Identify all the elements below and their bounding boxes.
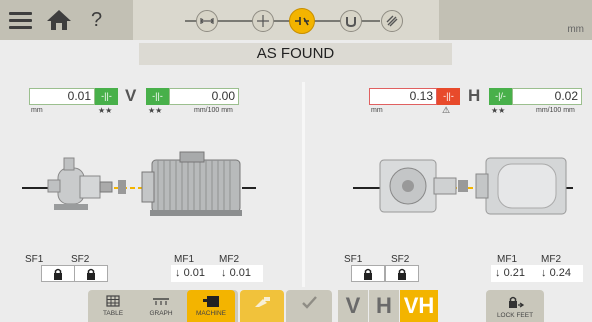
h-offset-value[interactable]: 0.13	[369, 88, 437, 105]
h-mf1-value: 0.21	[503, 267, 525, 279]
top-bar: ? mm	[0, 0, 592, 40]
h-mf1-label: MF1	[497, 254, 517, 265]
h-sf1-label: SF1	[344, 254, 363, 265]
v-view-button[interactable]: V	[338, 290, 368, 322]
v-sf1-lock-icon[interactable]	[41, 265, 75, 282]
lock-feet-button[interactable]: LOCK FEET	[486, 290, 544, 322]
h-view-button[interactable]: H	[369, 290, 399, 322]
arrow-down-icon: ↓	[175, 267, 184, 279]
h-sf1-lock-icon[interactable]	[351, 265, 385, 282]
table-view-button[interactable]: TABLE	[90, 290, 136, 322]
arrow-down-icon: ↓	[541, 267, 550, 279]
v-pump-motor-drawing	[47, 151, 242, 216]
h-mf1-box[interactable]: ↓ 0.21	[491, 265, 537, 282]
v-mf1-label: MF1	[174, 254, 194, 265]
step-shim-icon[interactable]	[340, 10, 362, 32]
check-icon	[302, 296, 317, 309]
move-button[interactable]	[240, 290, 284, 322]
table-icon	[106, 295, 120, 307]
graph-view-button[interactable]: GRAPH	[138, 290, 184, 322]
h-mf2-label: MF2	[541, 254, 561, 265]
v-mf2-value: 0.01	[229, 267, 251, 279]
move-icon	[255, 297, 270, 307]
step-measure-icon[interactable]	[252, 10, 274, 32]
v-mf1-box[interactable]: ↓ 0.01	[171, 265, 217, 282]
h-angle-value[interactable]: 0.02	[512, 88, 582, 105]
v-angle-unit: mm/100 mm	[194, 107, 233, 114]
v-axis-label: V	[125, 86, 137, 105]
h-sf2-label: SF2	[391, 254, 410, 265]
v-offset-status-icon: -||-	[95, 88, 118, 105]
arrow-down-icon: ↓	[221, 267, 230, 279]
machine-icon	[203, 296, 219, 307]
h-offset-status-icon: -||-	[437, 88, 460, 105]
graph-icon	[153, 298, 169, 305]
h-mf2-value: 0.24	[549, 267, 571, 279]
lock-feet-label: LOCK FEET	[496, 312, 534, 319]
panel-divider	[302, 82, 305, 287]
table-label: TABLE	[102, 310, 124, 317]
v-offset-unit: mm	[31, 107, 43, 114]
v-sf1-label: SF1	[25, 254, 44, 265]
machine-label: MACHINE	[196, 310, 226, 317]
v-mf1-value: 0.01	[183, 267, 205, 279]
check-button[interactable]	[286, 290, 332, 322]
v-sf2-lock-icon[interactable]	[74, 265, 108, 282]
h-offset-warning-icon: ⚠	[442, 105, 451, 115]
graph-label: GRAPH	[149, 310, 173, 317]
h-angle-quality: ★★	[491, 106, 506, 115]
units-label: mm	[567, 24, 584, 35]
step-report-icon[interactable]	[381, 10, 403, 32]
v-offset-quality: ★★	[98, 106, 113, 115]
h-offset-unit: mm	[371, 107, 383, 114]
arrow-down-icon: ↓	[495, 267, 504, 279]
lock-feet-icon	[509, 296, 525, 308]
machine-view-button[interactable]: MACHINE	[187, 290, 235, 322]
v-offset-value[interactable]: 0.01	[29, 88, 95, 105]
h-axis-label: H	[468, 86, 481, 105]
step-results-icon[interactable]	[289, 8, 315, 34]
v-sf2-label: SF2	[71, 254, 90, 265]
vh-view-button[interactable]: VH	[400, 290, 438, 322]
v-mf2-box[interactable]: ↓ 0.01	[217, 265, 263, 282]
v-mf2-label: MF2	[219, 254, 239, 265]
v-angle-quality: ★★	[148, 106, 163, 115]
menu-icon[interactable]	[9, 12, 32, 29]
h-angle-unit: mm/100 mm	[536, 107, 575, 114]
h-sf2-lock-icon[interactable]	[385, 265, 419, 282]
h-mf2-box[interactable]: ↓ 0.24	[537, 265, 583, 282]
home-icon[interactable]	[45, 8, 73, 32]
h-pump-motor-drawing	[379, 157, 567, 215]
page-title: AS FOUND	[139, 43, 452, 65]
help-icon[interactable]: ?	[91, 9, 102, 32]
v-angle-status-icon: -||-	[146, 88, 169, 105]
step-dimensions-icon[interactable]	[196, 10, 218, 32]
v-angle-value[interactable]: 0.00	[169, 88, 239, 105]
h-angle-status-icon: -|/-	[489, 88, 512, 105]
